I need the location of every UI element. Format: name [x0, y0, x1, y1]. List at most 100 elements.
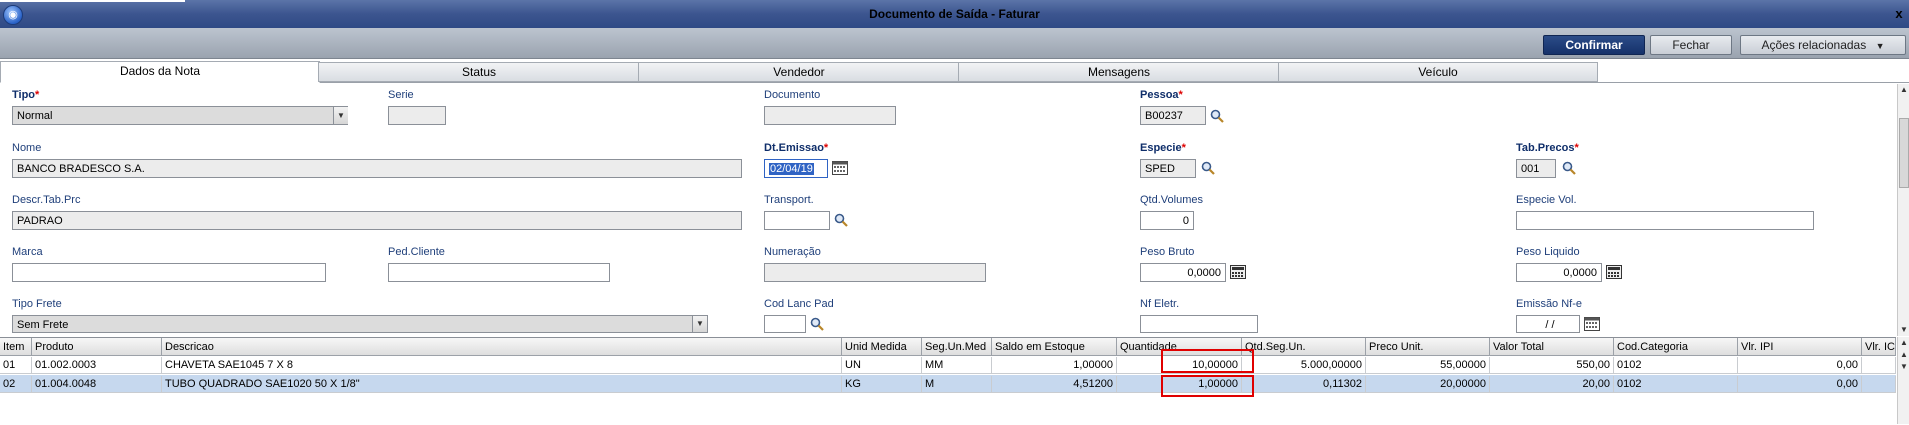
table-cell[interactable]: 02: [0, 376, 32, 393]
table-cell[interactable]: 0102: [1614, 357, 1738, 374]
qtd-volumes-label: Qtd.Volumes: [1140, 194, 1203, 206]
descr-tab-prc-label: Descr.Tab.Prc: [12, 194, 81, 206]
tab-veiculo[interactable]: Veículo: [1278, 62, 1598, 82]
tab-precos-input[interactable]: 001: [1516, 159, 1556, 178]
table-cell[interactable]: CHAVETA SAE1045 7 X 8: [162, 357, 842, 374]
calendar-icon[interactable]: [832, 161, 848, 175]
especie-vol-input[interactable]: [1516, 211, 1814, 230]
table-cell[interactable]: 0102: [1614, 376, 1738, 393]
scroll-up-icon[interactable]: ▲: [1898, 84, 1909, 96]
especie-input[interactable]: SPED: [1140, 159, 1196, 178]
table-cell[interactable]: 5.000,00000: [1242, 357, 1366, 374]
tipo-select[interactable]: Normal: [12, 106, 348, 125]
calendar-icon[interactable]: [1584, 317, 1600, 331]
numeracao-input[interactable]: [764, 263, 986, 282]
table-cell[interactable]: MM: [922, 357, 992, 374]
table-cell[interactable]: 0,00: [1738, 357, 1862, 374]
chevron-down-icon[interactable]: ▼: [692, 316, 707, 332]
emissao-nfe-input[interactable]: / /: [1516, 315, 1580, 333]
column-header[interactable]: Produto: [32, 338, 162, 356]
marca-label: Marca: [12, 246, 43, 258]
table-cell[interactable]: 0,11302: [1242, 376, 1366, 393]
column-header[interactable]: Descricao: [162, 338, 842, 356]
table-cell[interactable]: 01: [0, 357, 32, 374]
marca-input[interactable]: [12, 263, 326, 282]
scroll-up-icon[interactable]: ▲: [1898, 337, 1909, 349]
documento-input[interactable]: [764, 106, 896, 125]
peso-bruto-input[interactable]: 0,0000: [1140, 263, 1226, 282]
tab-dados-da-nota[interactable]: Dados da Nota: [0, 61, 320, 83]
table-cell[interactable]: TUBO QUADRADO SAE1020 50 X 1/8": [162, 376, 842, 393]
column-header[interactable]: Item: [0, 338, 32, 356]
transport-label: Transport.: [764, 194, 814, 206]
table-cell[interactable]: 550,00: [1490, 357, 1614, 374]
search-icon[interactable]: [834, 213, 848, 227]
descr-tab-prc-input[interactable]: PADRAO: [12, 211, 742, 230]
table-cell[interactable]: 0,00: [1738, 376, 1862, 393]
tipo-value: Normal: [17, 110, 53, 122]
table-cell[interactable]: [1862, 376, 1896, 393]
peso-liquido-input[interactable]: 0,0000: [1516, 263, 1602, 282]
table-cell[interactable]: 20,00000: [1366, 376, 1490, 393]
table-cell[interactable]: 20,00: [1490, 376, 1614, 393]
table-cell[interactable]: 4,51200: [992, 376, 1117, 393]
close-button[interactable]: Fechar: [1650, 35, 1732, 55]
especie-label: Especie*: [1140, 142, 1186, 154]
column-header[interactable]: Valor Total: [1490, 338, 1614, 356]
scroll-up-icon[interactable]: ▲: [1898, 349, 1909, 361]
column-header[interactable]: Qtd.Seg.Un.: [1242, 338, 1366, 356]
form-scrollbar[interactable]: ▲ ▼: [1897, 84, 1909, 336]
search-icon[interactable]: [810, 317, 824, 331]
search-icon[interactable]: [1210, 109, 1224, 123]
column-header[interactable]: Saldo em Estoque: [992, 338, 1117, 356]
dt-emissao-input[interactable]: 02/04/19: [764, 159, 828, 178]
nf-eletr-label: Nf Eletr.: [1140, 298, 1180, 310]
serie-input[interactable]: [388, 106, 446, 125]
scroll-thumb[interactable]: [1899, 118, 1909, 188]
table-cell[interactable]: 1,00000: [992, 357, 1117, 374]
table-cell[interactable]: M: [922, 376, 992, 393]
table-cell[interactable]: KG: [842, 376, 922, 393]
tab-status[interactable]: Status: [318, 62, 640, 82]
calculator-icon[interactable]: [1230, 265, 1246, 279]
documento-label: Documento: [764, 89, 821, 101]
qtd-volumes-input[interactable]: 0: [1140, 211, 1194, 230]
table-cell[interactable]: UN: [842, 357, 922, 374]
table-cell[interactable]: 01.002.0003: [32, 357, 162, 374]
search-icon[interactable]: [1201, 161, 1215, 175]
especie-vol-label: Especie Vol.: [1516, 194, 1577, 206]
table-cell[interactable]: 01.004.0048: [32, 376, 162, 393]
chevron-down-icon: ▼: [1875, 41, 1885, 51]
transport-input[interactable]: [764, 211, 830, 230]
tipo-frete-select[interactable]: Sem Frete: [12, 315, 708, 333]
table-cell[interactable]: 55,00000: [1366, 357, 1490, 374]
related-actions-button[interactable]: Ações relacionadas ▼: [1740, 35, 1906, 55]
tab-vendedor[interactable]: Vendedor: [638, 62, 960, 82]
column-header[interactable]: Vlr. IC: [1862, 338, 1896, 356]
ped-cliente-input[interactable]: [388, 263, 610, 282]
column-header[interactable]: Unid Medida: [842, 338, 922, 356]
tab-mensagens[interactable]: Mensagens: [958, 62, 1280, 82]
search-icon[interactable]: [1562, 161, 1576, 175]
peso-bruto-label: Peso Bruto: [1140, 246, 1195, 258]
calculator-icon[interactable]: [1606, 265, 1622, 279]
window-title: Documento de Saída - Faturar: [869, 7, 1040, 21]
column-header[interactable]: Seg.Un.Med: [922, 338, 992, 356]
scroll-down-icon[interactable]: ▼: [1898, 324, 1909, 336]
dt-emissao-label: Dt.Emissao*: [764, 142, 829, 154]
column-header[interactable]: Preco Unit.: [1366, 338, 1490, 356]
close-icon[interactable]: x: [1891, 4, 1907, 24]
cod-lanc-pad-label: Cod Lanc Pad: [764, 298, 834, 310]
table-cell[interactable]: [1862, 357, 1896, 374]
nome-input[interactable]: BANCO BRADESCO S.A.: [12, 159, 742, 178]
tab-precos-label: Tab.Precos*: [1516, 142, 1579, 154]
chevron-down-icon[interactable]: ▼: [333, 107, 348, 124]
column-header[interactable]: Cod.Categoria: [1614, 338, 1738, 356]
column-header[interactable]: Vlr. IPI: [1738, 338, 1862, 356]
pessoa-input[interactable]: B00237: [1140, 106, 1206, 125]
scroll-down-icon[interactable]: ▼: [1898, 361, 1909, 373]
confirm-button[interactable]: Confirmar: [1543, 35, 1645, 55]
grid-scrollbar[interactable]: ▲ ▲ ▼: [1897, 337, 1909, 424]
cod-lanc-pad-input[interactable]: [764, 315, 806, 333]
nf-eletr-input[interactable]: [1140, 315, 1258, 333]
